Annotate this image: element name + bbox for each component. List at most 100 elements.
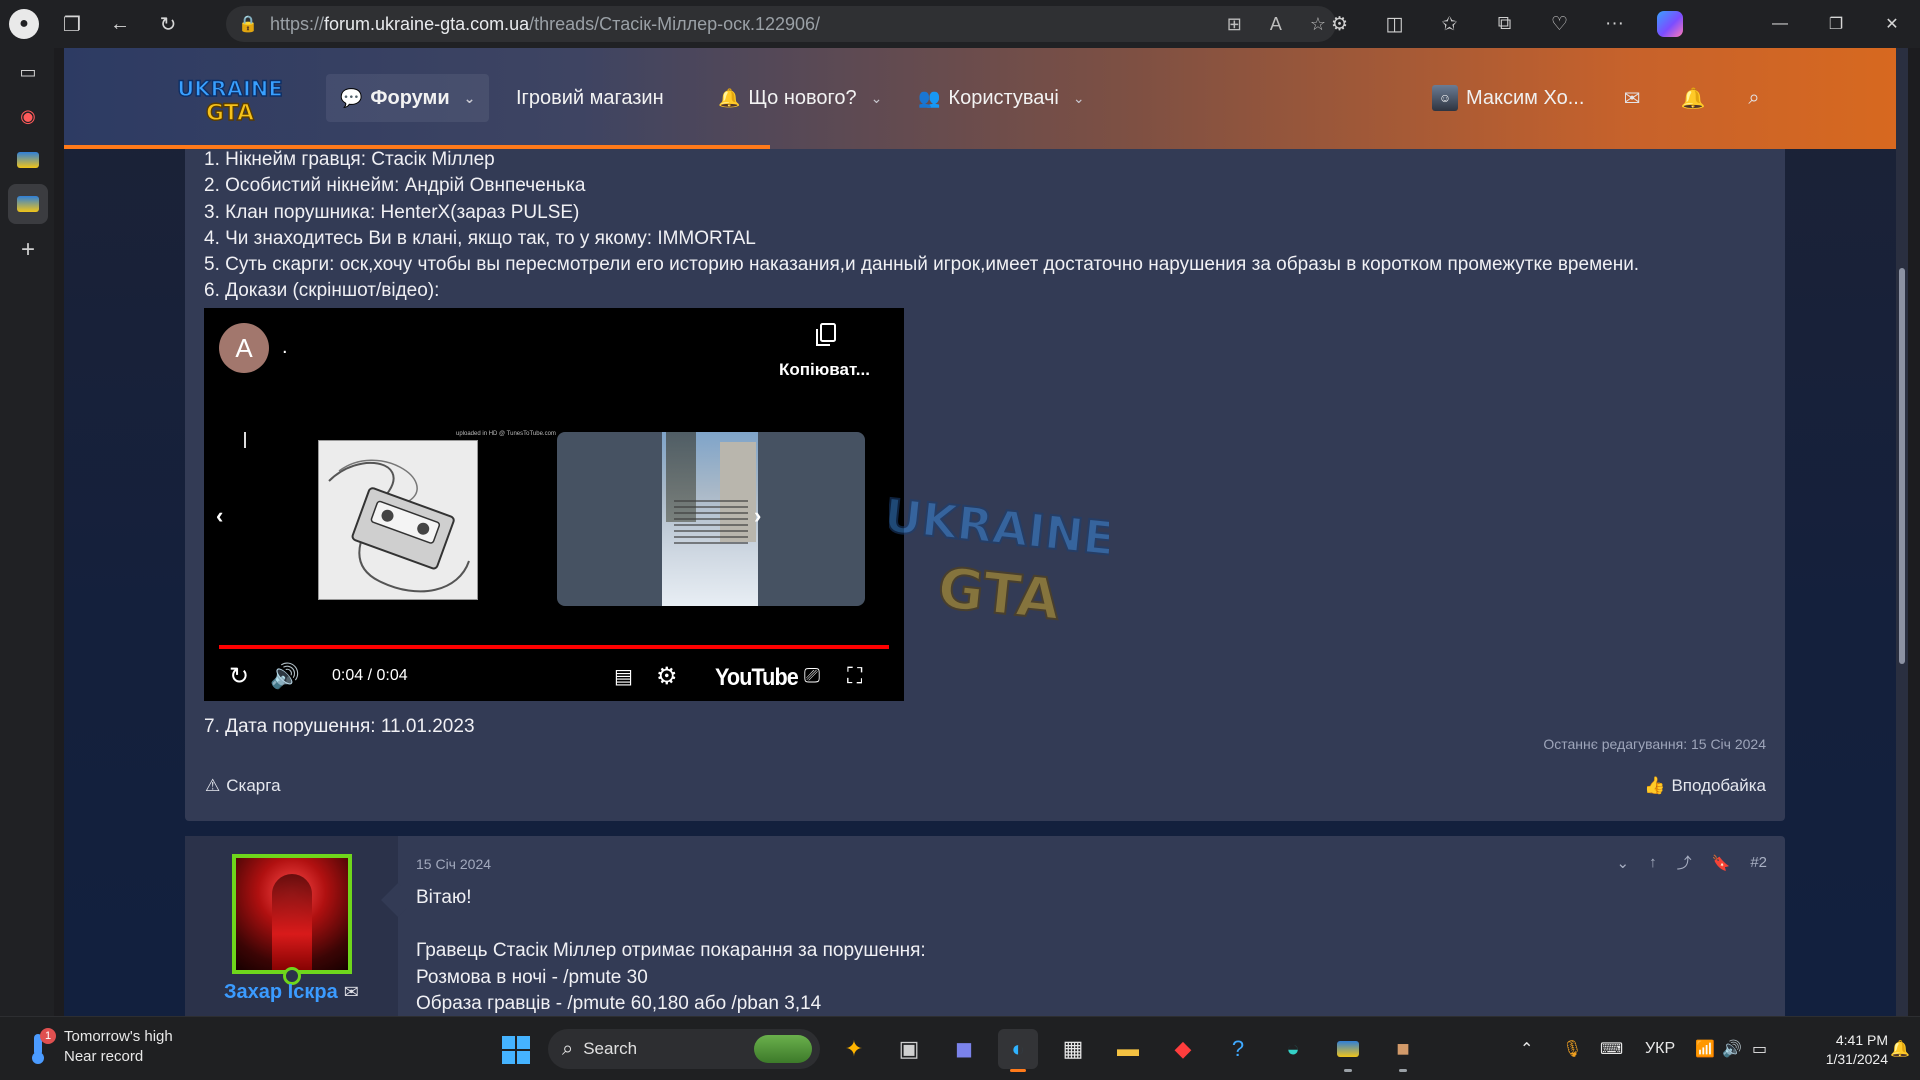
volume-icon[interactable]: 🔊 [1722,1017,1742,1080]
url-text[interactable]: https://forum.ukraine-gta.com.ua/threads… [270,14,820,35]
taskbar-app-avatar[interactable]: ■ [1383,1029,1423,1072]
restore-button[interactable]: ❐ [1808,0,1864,48]
copilot-button[interactable] [1642,11,1697,37]
youtube-embed[interactable]: A . Копіюват... uploaded in HD @ TunesTo… [204,308,904,701]
account-menu[interactable]: ☺ Максим Хо... [1432,74,1584,122]
record-tab-icon[interactable]: ◉ [8,96,48,136]
chevron-down-icon[interactable]: ⌄ [464,90,476,107]
collections-icon[interactable]: ⧉ [1477,13,1532,35]
youtube-logo[interactable]: YouTube [715,664,799,692]
taskbar-clock[interactable]: 4:41 PM 1/31/2024 [1790,1031,1888,1069]
envelope-icon[interactable]: ✉ [344,982,359,1003]
app-available-icon[interactable]: ⊞ [1227,14,1242,35]
forum-logo[interactable]: UKRAINE GTA [176,70,284,126]
taskbar-app-copilot[interactable]: ✦ [834,1029,874,1069]
taskbar-app-file-explorer[interactable]: ▬ [1108,1029,1148,1069]
open-indicator [1399,1069,1407,1072]
subtitles-button[interactable]: ▤ [614,658,633,694]
taskbar-app-browser-2[interactable]: ◒ [1273,1029,1313,1069]
chevron-down-icon[interactable]: ⌄ [871,90,883,107]
split-screen-icon[interactable]: ◫ [1367,13,1422,36]
volume-button[interactable]: 🔊 [270,658,300,694]
nav-shop[interactable]: Ігровий магазин [516,74,664,122]
tab-actions-icon[interactable]: ▭ [8,52,48,92]
channel-avatar[interactable]: A [219,323,269,373]
taskbar-app-help[interactable]: ? [1218,1029,1258,1069]
share-icon[interactable]: ⤴ [1677,852,1692,873]
carousel-prev-icon[interactable]: ‹ [216,503,223,529]
weather-subtitle: Near record [64,1048,144,1065]
like-button[interactable]: 👍 Вподобайка [1644,776,1766,796]
new-tab-icon[interactable]: + [8,230,48,270]
microphone-icon[interactable]: 🎙 [1562,1017,1582,1080]
clock-time: 4:41 PM [1835,1032,1888,1048]
more-menu-icon[interactable]: ··· [1587,13,1642,35]
cast-icon: ⎚ [804,664,820,687]
taskbar-app-red-diamond[interactable]: ◆ [1163,1029,1203,1069]
close-window-button[interactable]: ✕ [1864,0,1920,48]
performance-icon[interactable]: ♡ [1532,13,1587,36]
taskbar-app-edge[interactable]: ◐ [998,1029,1038,1072]
search-button[interactable]: ⌕ [1730,74,1778,122]
taskbar-search[interactable]: ⌕ Search [548,1029,820,1069]
cast-button[interactable]: ⎚ [804,658,820,694]
page-scrollbar[interactable] [1896,48,1908,1016]
url-host: forum.ukraine-gta.com.ua [324,13,530,34]
bookmark-icon[interactable]: 🔖 [1712,854,1731,872]
vertical-tab-2-active[interactable] [8,184,48,224]
workspaces-button[interactable]: ❐ [48,0,96,48]
scrollbar-thumb[interactable] [1899,268,1905,664]
suggested-video-card-2[interactable] [557,432,865,606]
vertical-tab-1[interactable] [8,140,48,180]
arrow-up-icon[interactable]: ↑ [1649,854,1657,871]
post-2-line-3: Образа гравців - /pmute 60,180 або /pban… [416,993,822,1014]
url-path: /threads/Стасік-Міллер-оск.122906/ [529,13,821,34]
taskbar-app-game[interactable] [1328,1029,1368,1072]
favorites-icon[interactable]: ✩ [1422,13,1477,36]
weather-widget[interactable]: 1 Tomorrow's high Near record [26,1027,173,1067]
chevron-down-icon[interactable]: ⌄ [1073,90,1085,107]
profile-button[interactable]: ● [0,0,48,48]
post-number[interactable]: #2 [1750,854,1767,871]
nav-whats-new[interactable]: 🔔 Що нового? ⌄ [718,74,882,122]
fullscreen-button[interactable]: ⛶ [847,658,862,694]
taskbar-app-task-view[interactable]: ▣ [889,1029,929,1069]
suggested-video-thumbnail-1[interactable] [318,440,478,600]
copy-link-icon[interactable] [814,322,838,348]
logo-text-top: UKRAINE [177,77,282,101]
post-2-date[interactable]: 15 Січ 2024 [416,856,491,872]
back-button[interactable]: ← [96,0,144,48]
taskbar-app-teams[interactable]: ◼ [944,1029,984,1069]
video-title[interactable]: . [282,336,288,359]
minimize-button[interactable]: — [1752,0,1808,48]
battery-icon[interactable]: ▭ [1752,1017,1767,1080]
nav-forums[interactable]: 💬 Форуми ⌄ [326,74,490,122]
refresh-button[interactable]: ↻ [144,0,192,48]
nav-users[interactable]: 👥 Користувачі ⌄ [918,74,1085,122]
keyboard-icon[interactable]: ⌨ [1600,1017,1623,1080]
extensions-icon[interactable]: ⚙ [1312,13,1367,36]
windows-logo-pane [502,1036,515,1049]
read-aloud-icon[interactable]: A [1270,14,1282,35]
carousel-next-icon[interactable]: › [754,503,761,529]
author-avatar[interactable] [232,854,352,974]
alerts-button[interactable]: 🔔 [1669,74,1717,122]
start-button[interactable] [502,1036,530,1064]
wifi-icon[interactable]: 📶 [1695,1017,1715,1080]
post-line-1: 1. Нікнейм гравця: Стасік Міллер [204,149,495,170]
taskbar-app-store[interactable]: ▦ [1053,1029,1093,1069]
browser-toolbar: ⚙ ◫ ✩ ⧉ ♡ ··· [1312,0,1697,48]
report-link[interactable]: ⚠ Скарга [205,776,281,796]
replay-button[interactable]: ↻ [229,658,249,694]
settings-button[interactable]: ⚙ [656,658,678,694]
address-bar[interactable]: 🔒 https://forum.ukraine-gta.com.ua/threa… [226,6,1336,42]
video-progress-bar[interactable] [219,645,889,649]
conversations-button[interactable]: ✉ [1608,74,1656,122]
reaction-dropdown-icon[interactable]: ⌄ [1617,854,1630,872]
tray-overflow-button[interactable]: ⌃ [1520,1017,1533,1080]
author-name[interactable]: Захар Іскра ✉ [224,981,359,1004]
language-indicator[interactable]: УКР [1645,1017,1675,1080]
notification-bell-icon[interactable]: 🔔 [1890,1017,1910,1080]
copy-link-label[interactable]: Копіюват... [779,360,870,380]
copilot-icon [1656,11,1683,37]
